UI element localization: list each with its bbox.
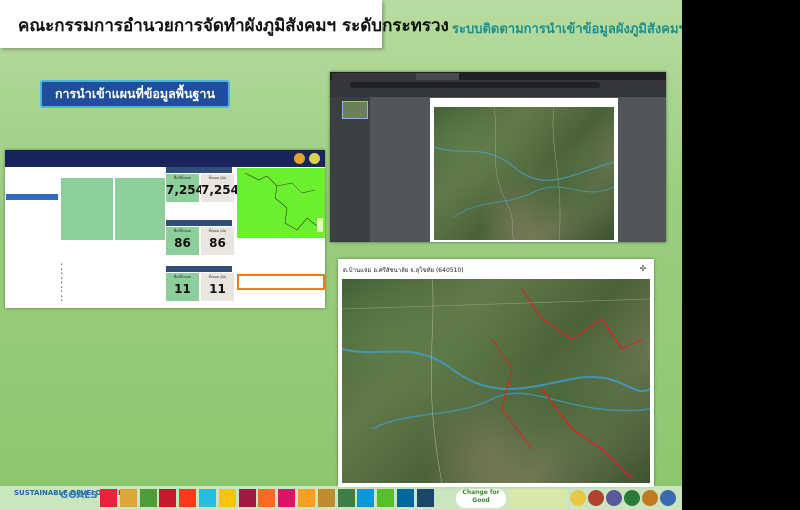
agency-seal-icon [309, 153, 320, 164]
pdf-viewer-window [330, 72, 666, 242]
sdg-goal-4-icon [159, 489, 177, 507]
sdg-goal-3-icon [139, 489, 157, 507]
stats-header-2 [166, 220, 232, 226]
pdf-toolbar [330, 89, 666, 97]
partner-seal-icon [588, 490, 604, 506]
map-caption: ต.บ้านแจ่ม อ.ศรีสัชนาลัย จ.สุโขทัย (6405… [343, 267, 464, 274]
sdg-goal-14-icon [357, 489, 375, 507]
province-boundary-map [237, 168, 325, 238]
browser-tab[interactable] [374, 73, 417, 80]
map-document: ต.บ้านแจ่ม อ.ศรีสัชนาลัย จ.สุโขทัย (6405… [338, 259, 654, 487]
stat-area-total-1: พื้นที่ทั้งหมด 7,254 [166, 174, 204, 202]
sdg-goal-16-icon [397, 489, 414, 507]
stat-plan-total-3: ทั้งหมด (ผัง) 11 [201, 273, 234, 301]
sdg-goal-10-icon [278, 489, 296, 507]
satellite-map-image-large [342, 279, 650, 483]
slide-subtitle: ระบบติดตามการนำเข้าข้อมูลผังภูมิสังคมฯ [452, 22, 682, 37]
partner-seal-icon [570, 490, 586, 506]
letterbox-area [682, 0, 800, 510]
sdg-goals-text: GOALS [60, 490, 98, 501]
dashboard-header [5, 150, 325, 167]
sdg-goal-17-icon [416, 489, 434, 507]
address-bar[interactable] [330, 80, 666, 89]
sdg-goal-5-icon [179, 489, 197, 507]
stat-area-total-2: พื้นที่ทั้งหมด 86 [166, 227, 199, 255]
browser-tab-bar [330, 72, 666, 80]
sdg-goal-1-icon [100, 489, 117, 507]
partner-banner [509, 489, 567, 508]
agency-logo-icon [294, 153, 305, 164]
partner-seal-icon [660, 490, 676, 506]
dashboard-list-right [115, 178, 165, 240]
partner-seal-icon [642, 490, 658, 506]
sdg-goal-13-icon [337, 489, 355, 507]
sdg-goal-11-icon [298, 489, 315, 507]
pdf-thumbnail-panel [330, 97, 370, 242]
partner-seal-icon [606, 490, 622, 506]
pdf-page [430, 98, 618, 242]
sdg-goal-8-icon [238, 489, 256, 507]
slide-title: คณะกรรมการอำนวยการจัดทำผังภูมิสังคมฯ ระด… [18, 16, 449, 36]
browser-tab[interactable] [332, 73, 375, 80]
stat-area-total-3: พื้นที่ทั้งหมด 11 [166, 273, 199, 301]
stat-plan-total-2: ทั้งหมด (ผัง) 86 [201, 227, 234, 255]
pdf-page-thumbnail[interactable] [342, 101, 368, 119]
dashboard-file-tree: ▸ ▸ ▸ ▸ ▸ ▸ ▸ ▸ ▸ [61, 262, 63, 302]
north-arrow-icon: ✢ [639, 264, 647, 273]
dashboard-list-left [61, 178, 113, 240]
dashboard-screenshot: พื้นที่ทั้งหมด 7,254 ทั้งหมด (ผัง) 7,254 พ… [5, 150, 325, 308]
dashboard-sidebar [6, 170, 58, 306]
sdg-goal-12-icon [317, 489, 335, 507]
sdg-goal-7-icon [218, 489, 236, 507]
presentation-slide: คณะกรรมการอำนวยการจัดทำผังภูมิสังคมฯ ระด… [0, 0, 682, 510]
browser-tab-active[interactable] [416, 73, 459, 80]
sdg-goal-6-icon [199, 489, 216, 507]
section-label-button: การนำเข้าแผนที่ข้อมูลพื้นฐาน [40, 80, 230, 108]
stats-header-3 [166, 266, 232, 272]
sdg-goal-2-icon [119, 489, 137, 507]
change-for-good-logo: Change for Good [456, 489, 506, 508]
sdg-goal-15-icon [377, 489, 395, 507]
partner-seal-icon [624, 490, 640, 506]
sdg-goal-9-icon [258, 489, 276, 507]
satellite-map-image [434, 107, 614, 240]
stat-plan-total-1: ทั้งหมด (ผัง) 7,254 [201, 174, 239, 202]
stats-header-1 [166, 167, 232, 173]
title-bar: คณะกรรมการอำนวยการจัดทำผังภูมิสังคมฯ ระด… [0, 0, 449, 48]
highlighted-upload-row [237, 274, 325, 290]
